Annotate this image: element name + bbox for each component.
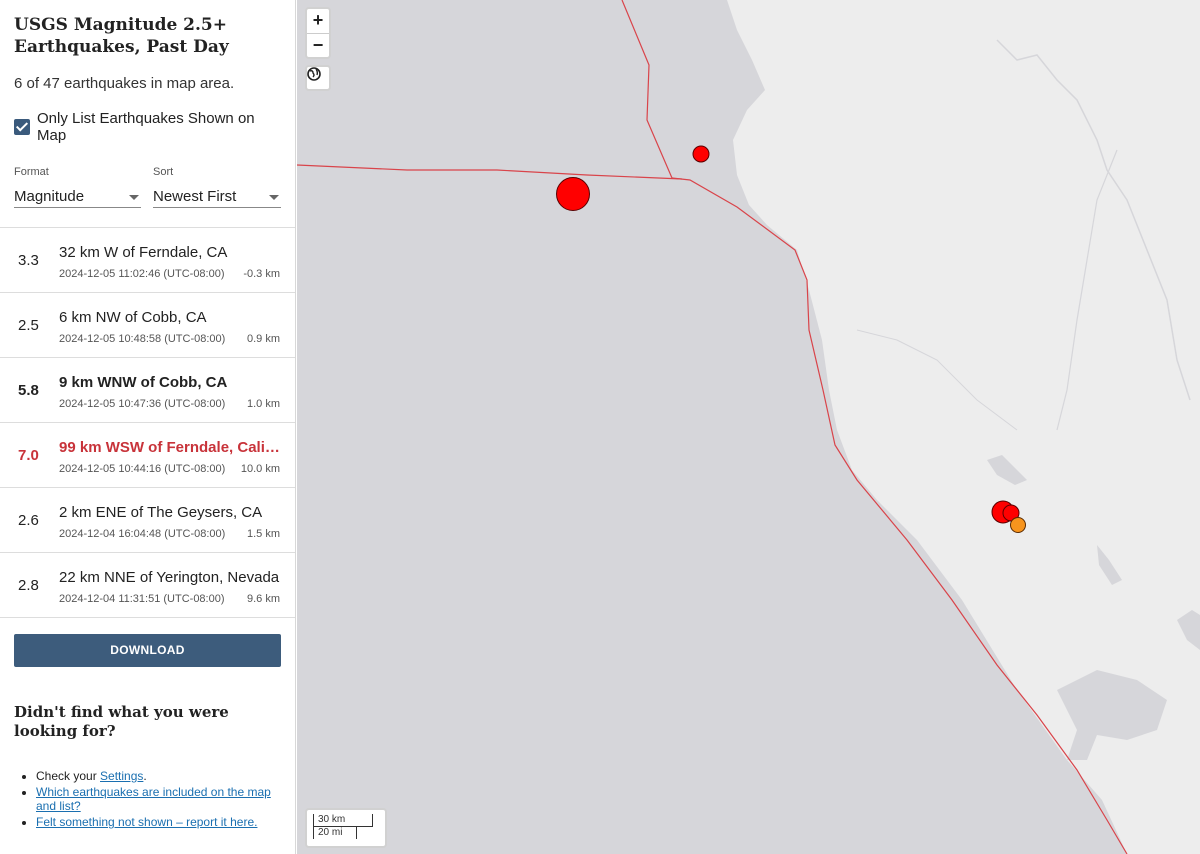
quake-magnitude: 2.8 [18,577,39,594]
earthquake-list: 3.3 32 km W of Ferndale, CA 2024-12-05 1… [0,227,295,618]
globe-button[interactable] [305,65,331,91]
map-view[interactable]: + − 30 km 20 mi [297,0,1200,854]
list-options: Format Magnitude Sort Newest First [14,166,281,208]
earthquake-item[interactable]: 2.5 6 km NW of Cobb, CA 2024-12-05 10:48… [0,293,295,358]
zoom-control: + − [305,7,331,59]
earthquake-marker[interactable] [1010,517,1026,533]
quake-depth: 1.5 km [246,528,280,540]
settings-link[interactable]: Settings [100,769,143,783]
quake-magnitude: 2.5 [18,317,39,334]
quake-magnitude: 3.3 [18,252,39,269]
sort-dropdown[interactable]: Newest First [153,183,281,208]
quake-place: 6 km NW of Cobb, CA [59,309,207,326]
quake-place: 99 km WSW of Ferndale, California [59,439,281,456]
format-value: Magnitude [14,188,85,205]
download-button[interactable]: DOWNLOAD [14,634,281,667]
quake-depth: 9.6 km [246,593,280,605]
plate-boundary-line [297,164,683,180]
map-canvas[interactable] [297,0,1200,854]
earthquake-marker[interactable] [556,177,590,211]
quake-time: 2024-12-05 11:02:46 (UTC-08:00) [59,268,225,280]
help-item-which: Which earthquakes are included on the ma… [36,785,281,813]
sidebar: USGS Magnitude 2.5+ Earthquakes, Past Da… [0,0,296,854]
felt-report-link[interactable]: Felt something not shown – report it her… [36,815,257,829]
scale-km: 30 km [313,814,373,827]
quake-time: 2024-12-05 10:47:36 (UTC-08:00) [59,398,226,410]
quake-depth: 0.9 km [246,333,280,345]
quake-time: 2024-12-04 11:31:51 (UTC-08:00) [59,593,225,605]
map-filter-toggle[interactable]: Only List Earthquakes Shown on Map [14,110,281,144]
sort-label: Sort [153,166,174,178]
quake-time: 2024-12-05 10:48:58 (UTC-08:00) [59,333,226,345]
format-label: Format [14,166,49,178]
which-earthquakes-link[interactable]: Which earthquakes are included on the ma… [36,785,271,813]
quake-depth: 1.0 km [246,398,280,410]
page-title: USGS Magnitude 2.5+ Earthquakes, Past Da… [14,15,229,57]
zoom-out-button[interactable]: − [307,33,329,57]
earthquake-count: 6 of 47 earthquakes in map area. [14,75,235,92]
quake-place: 2 km ENE of The Geysers, CA [59,504,263,521]
quake-place: 32 km W of Ferndale, CA [59,244,228,261]
help-item-felt: Felt something not shown – report it her… [36,815,281,829]
quake-depth: 10.0 km [240,463,280,475]
earthquake-item[interactable]: 3.3 32 km W of Ferndale, CA 2024-12-05 1… [0,228,295,293]
map-filter-label: Only List Earthquakes Shown on Map [37,110,255,144]
earthquake-item[interactable]: 2.6 2 km ENE of The Geysers, CA 2024-12-… [0,488,295,553]
help-list: Check your Settings. Which earthquakes a… [36,769,281,829]
scale-bar: 30 km 20 mi [305,808,387,848]
quake-time: 2024-12-04 16:04:48 (UTC-08:00) [59,528,226,540]
quake-magnitude: 7.0 [18,447,39,464]
earthquake-item[interactable]: 5.8 9 km WNW of Cobb, CA 2024-12-05 10:4… [0,358,295,423]
globe-icon [307,67,321,81]
quake-depth: -0.3 km [243,268,280,280]
plate-boundary-line [621,0,673,179]
sidebar-header: USGS Magnitude 2.5+ Earthquakes, Past Da… [0,0,295,208]
help-heading: Didn't find what you were looking for? [14,703,229,740]
quake-place: 22 km NNE of Yerington, Nevada [59,569,280,586]
sort-select[interactable]: Sort Newest First [153,166,281,208]
help-item-settings: Check your Settings. [36,769,281,783]
map-filter-checkbox[interactable] [14,119,30,135]
earthquake-item[interactable]: 7.0 99 km WSW of Ferndale, California 20… [0,423,295,488]
sort-value: Newest First [153,188,237,205]
quake-time: 2024-12-05 10:44:16 (UTC-08:00) [59,463,226,475]
quake-place: 9 km WNW of Cobb, CA [59,374,228,391]
quake-magnitude: 5.8 [18,382,39,399]
format-dropdown[interactable]: Magnitude [14,183,141,208]
format-select[interactable]: Format Magnitude [14,166,141,208]
chevron-down-icon [269,195,279,200]
earthquake-item[interactable]: 2.8 22 km NNE of Yerington, Nevada 2024-… [0,553,295,618]
quake-magnitude: 2.6 [18,512,39,529]
earthquake-marker[interactable] [692,145,710,163]
chevron-down-icon [129,195,139,200]
zoom-in-button[interactable]: + [307,9,329,33]
scale-mi: 20 mi [313,827,357,839]
